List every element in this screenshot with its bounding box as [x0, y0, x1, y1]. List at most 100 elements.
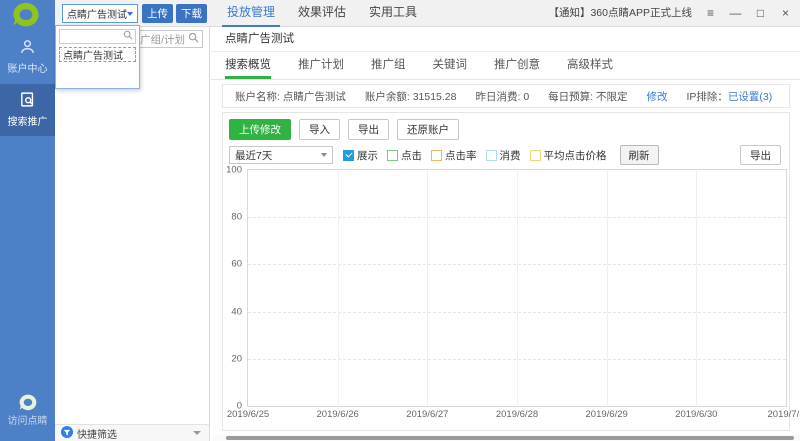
x-axis: 2019/6/25 2019/6/26 2019/6/27 2019/6/28 …	[248, 406, 786, 420]
chevron-down-icon	[321, 153, 327, 157]
upload-modify-button[interactable]: 上传修改	[229, 119, 291, 140]
quick-filter-bar[interactable]: 快捷筛选	[55, 424, 209, 441]
top-toolbar: 点睛广告测试 上传 下载 投放管理 效果评估 实用工具 【通知】360点睛APP…	[55, 0, 800, 27]
subtab-bar: 搜索概览 推广计划 推广组 关键词 推广创意 高级样式	[211, 53, 800, 80]
dropdown-option-account[interactable]: 点睛广告测试	[59, 47, 136, 62]
user-icon	[19, 46, 36, 58]
x-tick: 2019/6/29	[586, 409, 628, 420]
checkbox-icon[interactable]	[387, 150, 398, 161]
subtab-advanced-styles[interactable]: 高级样式	[567, 53, 613, 79]
account-select-value: 点睛广告测试	[63, 6, 127, 21]
tab-effect-evaluation[interactable]: 效果评估	[293, 0, 351, 27]
chevron-down-icon[interactable]	[193, 431, 201, 435]
metric-legend: 展示 点击 点击率 消费 平均点击价格	[343, 148, 616, 163]
subtab-keywords[interactable]: 关键词	[433, 53, 468, 79]
main-content: 点睛广告测试 搜索概览 推广计划 推广组 关键词 推广创意 高级样式 账户名称:…	[211, 27, 800, 441]
dianjing-logo-icon	[11, 2, 41, 29]
date-range-select[interactable]: 最近7天	[229, 146, 333, 164]
dianjing-ring-icon	[18, 394, 38, 412]
modify-link[interactable]: 修改	[647, 89, 668, 104]
import-button[interactable]: 导入	[299, 119, 340, 140]
download-button[interactable]: 下载	[176, 4, 207, 23]
gridline	[607, 170, 608, 406]
account-tab-bar: 点睛广告测试	[211, 27, 800, 52]
checkbox-icon[interactable]	[530, 150, 541, 161]
sidebar-item-account-center[interactable]: 账户中心	[0, 36, 55, 82]
x-tick: 2019/6/27	[406, 409, 448, 420]
account-info-box: 账户名称: 点睛广告测试 账户余额: 31515.28 昨日消费: 0 每日预算…	[222, 84, 790, 108]
yesterday-spend: 昨日消费: 0	[475, 89, 529, 104]
quick-filter-label: 快捷筛选	[77, 426, 193, 441]
gridline	[696, 170, 697, 406]
tab-utilities[interactable]: 实用工具	[364, 0, 422, 27]
x-tick: 2019/7/1	[768, 409, 800, 420]
account-dropdown-panel: 点睛广告测试	[55, 25, 140, 89]
tab-delivery-management[interactable]: 投放管理	[222, 0, 280, 27]
actions-row: 上传修改 导入 导出 还原账户	[229, 119, 467, 140]
checkbox-icon[interactable]	[486, 150, 497, 161]
menu-icon[interactable]: ≡	[698, 0, 723, 26]
checkbox-icon[interactable]	[431, 150, 442, 161]
scrollbar-thumb[interactable]	[226, 436, 794, 440]
overview-chart: 100 80 60 40 20 0 2019/6/25 2019/6/26 20…	[247, 169, 787, 407]
search-icon	[123, 30, 133, 43]
search-document-icon	[19, 99, 36, 111]
restore-account-button[interactable]: 还原账户	[397, 119, 459, 140]
subtab-search-overview[interactable]: 搜索概览	[225, 53, 271, 79]
date-range-value: 最近7天	[235, 148, 321, 163]
sidebar-item-label: 搜索推广	[0, 113, 55, 128]
filter-row: 最近7天 展示 点击 点击率 消费 平均点击价格 刷新 导出	[229, 145, 781, 165]
minimize-icon[interactable]: —	[723, 0, 748, 26]
visit-dianjing-link[interactable]: 访问点睛	[0, 394, 55, 427]
sidebar-item-search-promotion[interactable]: 搜索推广	[0, 84, 55, 136]
sidebar: 账户中心 搜索推广 访问点睛	[0, 0, 55, 441]
notification-text[interactable]: 【通知】360点睛APP正式上线	[548, 0, 692, 26]
metric-ctr[interactable]: 点击率	[431, 148, 477, 163]
account-select-dropdown[interactable]: 点睛广告测试	[62, 4, 138, 23]
left-tree-panel: 推广组/计划 点睛广告测试 快捷筛选	[55, 27, 210, 441]
y-tick: 40	[231, 306, 242, 317]
search-icon	[188, 32, 199, 46]
checkbox-checked-icon[interactable]	[343, 150, 354, 161]
export-button[interactable]: 导出	[348, 119, 389, 140]
y-tick: 20	[231, 353, 242, 364]
y-tick: 100	[226, 165, 242, 176]
metric-impressions[interactable]: 展示	[343, 148, 378, 163]
metric-clicks[interactable]: 点击	[387, 148, 422, 163]
gridline	[517, 170, 518, 406]
subtab-campaigns[interactable]: 推广计划	[298, 53, 344, 79]
x-tick: 2019/6/26	[317, 409, 359, 420]
overview-panel: 上传修改 导入 导出 还原账户 最近7天 展示 点击 点击率 消费 平均点击价格…	[222, 112, 790, 431]
gridline	[427, 170, 428, 406]
subtab-creatives[interactable]: 推广创意	[494, 53, 540, 79]
funnel-icon	[61, 426, 73, 441]
subtab-ad-groups[interactable]: 推广组	[371, 53, 406, 79]
ip-exclusion: IP排除：已设置(3)	[687, 89, 773, 104]
x-tick: 2019/6/28	[496, 409, 538, 420]
metric-avg-cpc[interactable]: 平均点击价格	[530, 148, 607, 163]
y-axis: 100 80 60 40 20 0	[221, 170, 245, 406]
y-tick: 60	[231, 259, 242, 270]
window-controls: ≡ — □ ×	[698, 0, 798, 26]
dropdown-search-input[interactable]	[59, 29, 136, 44]
account-balance: 账户余额: 31515.28	[365, 89, 457, 104]
maximize-icon[interactable]: □	[748, 0, 773, 26]
ip-exclusion-link[interactable]: 已设置(3)	[728, 91, 772, 103]
x-tick: 2019/6/30	[675, 409, 717, 420]
metric-cost[interactable]: 消费	[486, 148, 521, 163]
horizontal-scrollbar[interactable]	[212, 435, 800, 441]
visit-dianjing-label: 访问点睛	[8, 416, 48, 427]
account-name: 账户名称: 点睛广告测试	[235, 89, 346, 104]
chart-export-button[interactable]: 导出	[740, 145, 781, 165]
upload-button[interactable]: 上传	[142, 4, 173, 23]
chevron-down-icon	[127, 12, 133, 16]
x-tick: 2019/6/25	[227, 409, 269, 420]
sidebar-item-label: 账户中心	[0, 60, 55, 75]
gridline	[338, 170, 339, 406]
close-icon[interactable]: ×	[773, 0, 798, 26]
main-tabs: 投放管理 效果评估 实用工具	[222, 0, 435, 27]
daily-budget: 每日预算: 不限定	[548, 89, 627, 104]
refresh-button[interactable]: 刷新	[620, 145, 659, 165]
account-tab[interactable]: 点睛广告测试	[225, 27, 294, 52]
y-tick: 80	[231, 212, 242, 223]
